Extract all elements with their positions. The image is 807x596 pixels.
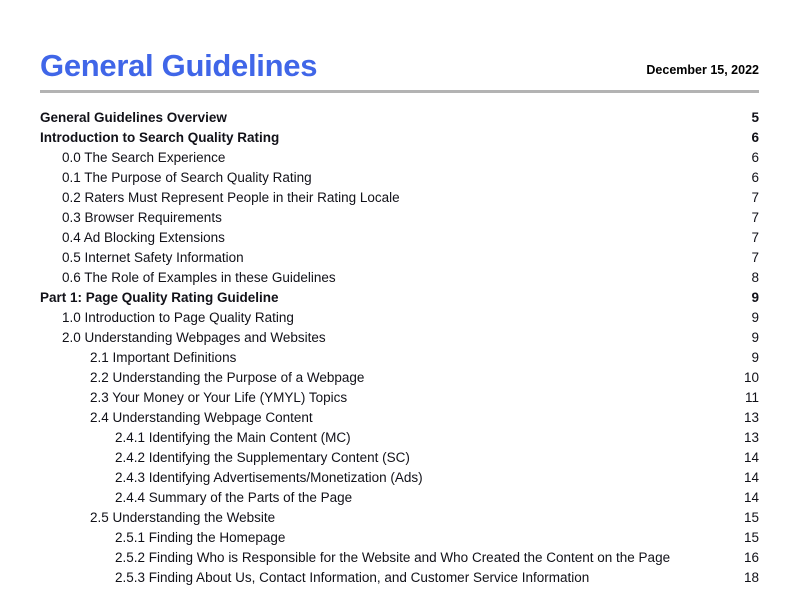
toc-entry[interactable]: 2.5.2 Finding Who is Responsible for the… [40, 548, 759, 568]
toc-entry-label: 1.0 Introduction to Page Quality Rating [62, 310, 294, 325]
toc-entry-label: 2.5.1 Finding the Homepage [115, 530, 286, 545]
toc-entry-label: 2.4.2 Identifying the Supplementary Cont… [115, 450, 410, 465]
toc-entry[interactable]: 0.6 The Role of Examples in these Guidel… [40, 268, 759, 288]
toc-entry[interactable]: 2.4.1 Identifying the Main Content (MC) 1… [40, 428, 759, 448]
toc-entry[interactable]: 2.5 Understanding the Website 15 [40, 508, 759, 528]
toc-entry[interactable]: 2.3 Your Money or Your Life (YMYL) Topic… [40, 388, 759, 408]
toc-entry-page-number: 15 [743, 510, 759, 525]
page-title: General Guidelines [40, 48, 318, 83]
toc-entry-page-number: 8 [751, 270, 759, 285]
toc-entry-page-number: 6 [751, 150, 759, 165]
toc-entry-label: 0.1 The Purpose of Search Quality Rating [62, 170, 312, 185]
toc-entry-label: 2.4.1 Identifying the Main Content (MC) [115, 430, 351, 445]
toc-entry-page-number: 7 [751, 230, 759, 245]
toc-entry[interactable]: 0.0 The Search Experience 6 [40, 148, 759, 168]
toc-entry-label: 0.5 Internet Safety Information [62, 250, 244, 265]
toc-entry-page-number: 14 [743, 470, 759, 485]
toc-entry-page-number: 11 [744, 390, 759, 405]
toc-entry-label: 2.0 Understanding Webpages and Websites [62, 330, 326, 345]
toc-entry[interactable]: 0.3 Browser Requirements 7 [40, 208, 759, 228]
toc-entry-label: General Guidelines Overview [40, 110, 227, 125]
toc-entry[interactable]: 0.2 Raters Must Represent People in thei… [40, 188, 759, 208]
toc-entry[interactable]: 2.0 Understanding Webpages and Websites 9 [40, 328, 759, 348]
toc-entry-label: 2.1 Important Definitions [90, 350, 237, 365]
toc-entry-label: 0.0 The Search Experience [62, 150, 226, 165]
toc-entry[interactable]: 2.4.4 Summary of the Parts of the Page 14 [40, 488, 759, 508]
toc-entry-page-number: 7 [751, 250, 759, 265]
toc-entry-label: 2.4 Understanding Webpage Content [90, 410, 313, 425]
header-divider [40, 90, 759, 93]
toc-entry-label: 2.3 Your Money or Your Life (YMYL) Topic… [90, 390, 348, 405]
toc-entry-page-number: 10 [743, 370, 759, 385]
table-of-contents: General Guidelines Overview 5 Introduction… [40, 108, 759, 588]
toc-entry-label: 2.5.2 Finding Who is Responsible for the… [115, 550, 671, 565]
toc-entry-page-number: 15 [743, 530, 759, 545]
toc-entry[interactable]: 2.5.1 Finding the Homepage 15 [40, 528, 759, 548]
document-header: General Guidelines December 15, 2022 [40, 0, 759, 81]
toc-entry-page-number: 6 [751, 130, 759, 145]
toc-entry-label: 2.4.3 Identifying Advertisements/Monetiz… [115, 470, 423, 485]
toc-entry-label: 2.5 Understanding the Website [90, 510, 276, 525]
document-page: General Guidelines December 15, 2022 Gen… [0, 0, 807, 596]
toc-entry-page-number: 9 [751, 350, 759, 365]
toc-entry[interactable]: 2.4.2 Identifying the Supplementary Cont… [40, 448, 759, 468]
toc-entry-page-number: 5 [751, 110, 759, 125]
toc-entry[interactable]: Introduction to Search Quality Rating 6 [40, 128, 759, 148]
toc-entry-label: 0.3 Browser Requirements [62, 210, 222, 225]
toc-entry[interactable]: Part 1: Page Quality Rating Guideline 9 [40, 288, 759, 308]
toc-entry-label: 0.2 Raters Must Represent People in thei… [62, 190, 400, 205]
toc-entry-label: 0.4 Ad Blocking Extensions [62, 230, 225, 245]
toc-entry-page-number: 6 [751, 170, 759, 185]
toc-entry-label: 0.6 The Role of Examples in these Guidel… [62, 270, 336, 285]
toc-entry[interactable]: 0.5 Internet Safety Information 7 [40, 248, 759, 268]
toc-entry[interactable]: 2.5.3 Finding About Us, Contact Informat… [40, 568, 759, 588]
toc-entry[interactable]: 0.1 The Purpose of Search Quality Rating… [40, 168, 759, 188]
toc-entry[interactable]: General Guidelines Overview 5 [40, 108, 759, 128]
toc-entry[interactable]: 2.2 Understanding the Purpose of a Webpa… [40, 368, 759, 388]
toc-entry-label: 2.2 Understanding the Purpose of a Webpa… [90, 370, 365, 385]
toc-entry[interactable]: 1.0 Introduction to Page Quality Rating 9 [40, 308, 759, 328]
toc-entry-page-number: 16 [743, 550, 759, 565]
toc-entry-page-number: 13 [743, 410, 759, 425]
toc-entry[interactable]: 2.4 Understanding Webpage Content 13 [40, 408, 759, 428]
document-date: December 15, 2022 [646, 63, 759, 77]
toc-entry-page-number: 7 [751, 190, 759, 205]
toc-entry[interactable]: 2.4.3 Identifying Advertisements/Monetiz… [40, 468, 759, 488]
toc-entry-label: 2.4.4 Summary of the Parts of the Page [115, 490, 353, 505]
toc-entry-page-number: 14 [743, 490, 759, 505]
toc-entry-page-number: 7 [751, 210, 759, 225]
toc-entry-page-number: 13 [743, 430, 759, 445]
toc-entry-page-number: 9 [751, 310, 759, 325]
toc-entry-label: Part 1: Page Quality Rating Guideline [40, 290, 279, 305]
toc-entry[interactable]: 2.1 Important Definitions 9 [40, 348, 759, 368]
toc-entry[interactable]: 0.4 Ad Blocking Extensions 7 [40, 228, 759, 248]
toc-entry-page-number: 14 [743, 450, 759, 465]
toc-entry-page-number: 9 [751, 290, 759, 305]
toc-entry-label: 2.5.3 Finding About Us, Contact Informat… [115, 570, 590, 585]
toc-entry-label: Introduction to Search Quality Rating [40, 130, 280, 145]
toc-entry-page-number: 18 [743, 570, 759, 585]
toc-entry-page-number: 9 [751, 330, 759, 345]
